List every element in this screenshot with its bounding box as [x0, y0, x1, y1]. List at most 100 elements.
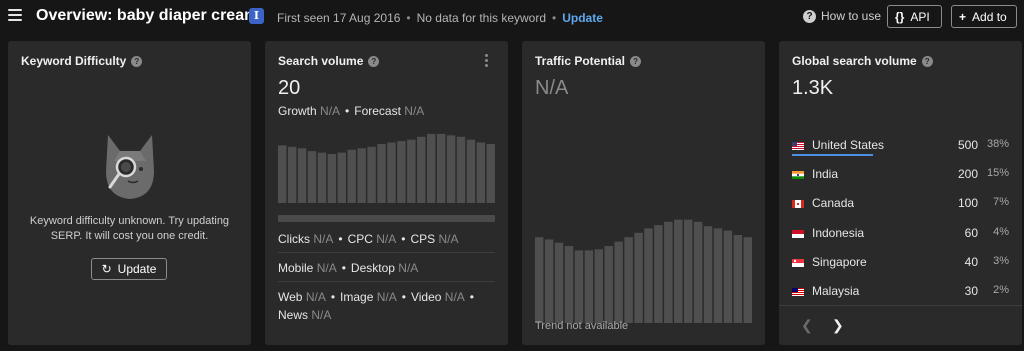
placeholder-bar: [436, 133, 446, 203]
mascot-magnifier-icon: [106, 135, 154, 199]
placeholder-bar: [614, 241, 623, 323]
plus-icon: +: [959, 9, 967, 24]
country-row[interactable]: Canada 100 7%: [792, 196, 1009, 225]
global-volume-title: Global search volume: [792, 54, 917, 68]
divider: [779, 305, 1022, 306]
update-serp-button[interactable]: ↻ Update: [91, 258, 167, 280]
separator-dot: •: [345, 104, 350, 118]
placeholder-bar: [357, 148, 366, 203]
placeholder-bar: [634, 232, 643, 323]
api-button[interactable]: {} API: [887, 5, 942, 28]
placeholder-bar: [564, 246, 574, 323]
sg-flag-icon: [792, 258, 804, 267]
web-label: Web: [278, 290, 303, 304]
separator-dot: •: [401, 232, 406, 246]
how-to-use-link[interactable]: ? How to use: [803, 9, 881, 23]
placeholder-bar: [297, 148, 307, 203]
help-icon[interactable]: ?: [630, 55, 642, 67]
placeholder-bar: [287, 146, 297, 203]
country-row[interactable]: Singapore 40 3%: [792, 255, 1009, 284]
country-name: Malaysia: [812, 284, 860, 298]
image-label: Image: [340, 290, 374, 304]
placeholder-bar: [713, 228, 723, 323]
desktop-label: Desktop: [350, 261, 395, 275]
more-options-icon[interactable]: [485, 54, 489, 69]
separator-dot: •: [330, 290, 336, 304]
country-row[interactable]: India 200 15%: [792, 167, 1009, 196]
placeholder-bar: [594, 249, 604, 323]
help-icon[interactable]: ?: [131, 55, 143, 67]
update-serp-label: Update: [117, 262, 157, 276]
placeholder-bar: [337, 152, 347, 203]
help-icon: ?: [803, 9, 816, 23]
growth-value: N/A: [320, 104, 341, 118]
placeholder-bar: [535, 237, 544, 323]
country-row[interactable]: Malaysia 30 2%: [792, 284, 1009, 313]
placeholder-bar: [683, 219, 693, 323]
country-volume: 30: [964, 284, 978, 298]
placeholder-bar: [574, 250, 584, 323]
first-seen-text: First seen 17 Aug 2016: [277, 11, 401, 25]
placeholder-bar: [654, 225, 663, 323]
help-icon[interactable]: ?: [368, 55, 380, 67]
menu-icon[interactable]: [8, 9, 22, 23]
mobile-desktop-row: Mobile N/A • Desktop N/A: [278, 261, 418, 275]
country-name: Canada: [812, 196, 855, 211]
placeholder-bar: [693, 221, 703, 323]
add-to-label: Add to: [972, 9, 1007, 24]
placeholder-bar: [278, 145, 287, 203]
traffic-trend-chart: [535, 219, 752, 323]
country-volume: 60: [964, 225, 978, 240]
info-badge[interactable]: I: [249, 8, 264, 24]
top-bar: Overview: baby diaper cream I First seen…: [0, 0, 1024, 34]
separator-dot: •: [469, 290, 474, 304]
country-volume: 40: [964, 254, 978, 269]
global-volume-value: 1.3K: [792, 77, 834, 99]
chart-range-scrollbar[interactable]: [278, 215, 495, 222]
country-row[interactable]: United States 500 38%: [792, 138, 1009, 167]
add-to-button[interactable]: + Add to: [951, 5, 1017, 28]
placeholder-bar: [664, 221, 673, 323]
country-percent: 4%: [993, 225, 1009, 238]
country-percent: 3%: [993, 254, 1009, 267]
refresh-icon: ↻: [101, 262, 112, 276]
country-row[interactable]: Indonesia 60 4%: [792, 226, 1009, 255]
chevron-left-icon[interactable]: ❮: [801, 317, 813, 334]
mobile-value: N/A: [316, 261, 337, 275]
placeholder-bar: [624, 237, 633, 323]
cpc-value: N/A: [376, 232, 397, 246]
mobile-label: Mobile: [278, 261, 314, 275]
news-row: News N/A: [278, 308, 331, 322]
help-icon[interactable]: ?: [921, 55, 933, 67]
country-name: United States: [812, 138, 885, 152]
video-label: Video: [410, 290, 442, 304]
no-data-text: No data for this keyword: [416, 11, 547, 25]
country-name: Indonesia: [812, 225, 865, 240]
keyword-meta: First seen 17 Aug 2016 • No data for this …: [277, 11, 603, 25]
my-flag-icon: [792, 288, 804, 296]
global-search-volume-card: Global search volume ? 1.3K United State…: [779, 41, 1022, 345]
placeholder-bar: [397, 141, 406, 203]
placeholder-bar: [466, 139, 476, 203]
ca-flag-icon: [792, 200, 804, 209]
keyword-difficulty-card: Keyword Difficulty ? Keyword difficulty …: [8, 41, 251, 345]
placeholder-bar: [544, 239, 554, 323]
placeholder-bar: [446, 135, 456, 203]
chevron-right-icon[interactable]: ❯: [832, 317, 844, 334]
separator-dot: •: [401, 290, 406, 304]
cpc-label: CPC: [347, 232, 373, 246]
in-flag-icon: [792, 171, 804, 180]
card-title: Search volume ?: [278, 54, 380, 68]
forecast-value: N/A: [404, 104, 425, 118]
placeholder-bar: [733, 235, 743, 323]
web-value: N/A: [305, 290, 326, 304]
placeholder-bar: [743, 237, 752, 323]
placeholder-bar: [674, 219, 683, 323]
placeholder-bar: [417, 136, 426, 203]
update-link[interactable]: Update: [562, 11, 603, 25]
country-name: Singapore: [812, 254, 867, 269]
clicks-label: Clicks: [278, 232, 310, 246]
news-value: N/A: [311, 308, 332, 322]
card-title: Global search volume ?: [792, 54, 933, 68]
page-title: Overview: baby diaper cream: [36, 7, 259, 24]
